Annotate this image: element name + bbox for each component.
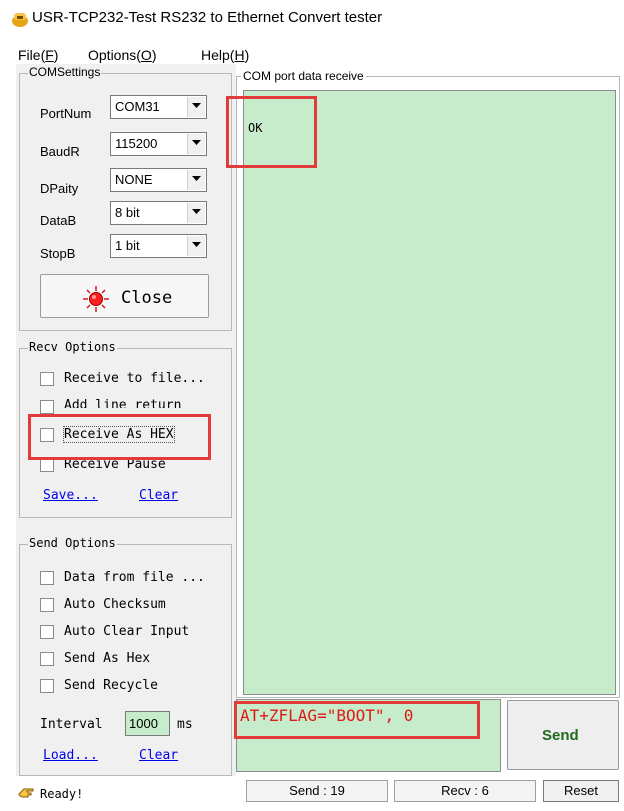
close-port-label: Close <box>121 288 173 308</box>
chevron-down-icon[interactable] <box>187 203 205 223</box>
auto-clear-input-checkbox[interactable] <box>40 625 54 639</box>
reset-button[interactable]: Reset <box>543 780 619 802</box>
send-button-label: Send <box>542 727 579 744</box>
send-count: Send : 19 <box>246 780 388 802</box>
menu-options[interactable]: Options(O) <box>88 47 156 63</box>
stopbits-label: StopB <box>40 246 76 261</box>
send-button[interactable]: Send <box>507 700 619 770</box>
chevron-down-icon[interactable] <box>187 236 205 256</box>
recv-clear-link[interactable]: Clear <box>139 488 178 503</box>
highlight-box-command <box>234 701 480 739</box>
interval-unit: ms <box>177 717 193 732</box>
receive-panel-title: COM port data receive <box>241 69 366 83</box>
recv-count: Recv : 6 <box>394 780 536 802</box>
parity-label: DPaity <box>40 181 79 196</box>
send-recycle-label: Send Recycle <box>64 678 158 693</box>
interval-value: 1000 <box>129 716 158 731</box>
red-led-icon <box>83 286 109 315</box>
recv-options-title: Recv Options <box>28 340 117 354</box>
title-bar: USR-TCP232-Test RS232 to Ethernet Conver… <box>0 0 624 38</box>
interval-input[interactable]: 1000 <box>125 711 170 736</box>
pointing-hand-icon <box>18 785 36 804</box>
receive-to-file-checkbox[interactable] <box>40 372 54 386</box>
menu-help[interactable]: Help(H) <box>201 47 249 63</box>
app-icon <box>10 10 30 28</box>
port-label: PortNum <box>40 106 92 121</box>
send-options-title: Send Options <box>28 536 117 550</box>
baud-select[interactable]: 115200 <box>110 132 207 156</box>
port-select[interactable]: COM31 <box>110 95 207 119</box>
stopbits-value: 1 bit <box>115 238 140 253</box>
chevron-down-icon[interactable] <box>187 134 205 154</box>
receive-to-file-label: Receive to file... <box>64 371 205 386</box>
auto-checksum-checkbox[interactable] <box>40 598 54 612</box>
status-text: Ready! <box>40 787 84 801</box>
load-link[interactable]: Load... <box>43 748 98 763</box>
add-line-return-checkbox[interactable] <box>40 400 54 414</box>
parity-value: NONE <box>115 172 153 187</box>
databits-select[interactable]: 8 bit <box>110 201 207 225</box>
data-from-file-label: Data from file ... <box>64 570 205 585</box>
stopbits-select[interactable]: 1 bit <box>110 234 207 258</box>
highlight-box-receive-hex <box>28 414 211 460</box>
send-recycle-checkbox[interactable] <box>40 679 54 693</box>
chevron-down-icon[interactable] <box>187 97 205 117</box>
receive-pause-checkbox[interactable] <box>40 458 54 472</box>
highlight-box-ok <box>226 96 317 168</box>
save-link[interactable]: Save... <box>43 488 98 503</box>
receive-text-area[interactable]: OK <box>243 90 616 695</box>
menu-bar: File(F) Options(O) Help(H) <box>0 44 624 66</box>
interval-label: Interval <box>40 717 103 732</box>
auto-checksum-label: Auto Checksum <box>64 597 166 612</box>
baud-label: BaudR <box>40 144 80 159</box>
send-as-hex-checkbox[interactable] <box>40 652 54 666</box>
send-clear-link[interactable]: Clear <box>139 748 178 763</box>
auto-clear-input-label: Auto Clear Input <box>64 624 190 639</box>
window-title: USR-TCP232-Test RS232 to Ethernet Conver… <box>32 9 383 26</box>
chevron-down-icon[interactable] <box>187 170 205 190</box>
menu-file[interactable]: File(F) <box>18 47 58 63</box>
port-value: COM31 <box>115 99 160 114</box>
parity-select[interactable]: NONE <box>110 168 207 192</box>
baud-value: 115200 <box>115 136 158 151</box>
send-as-hex-label: Send As Hex <box>64 651 151 666</box>
add-line-return-label: Add line return <box>64 398 182 408</box>
close-port-button[interactable]: Close <box>40 274 209 318</box>
databits-label: DataB <box>40 213 77 228</box>
com-settings-title: COMSettings <box>28 65 102 79</box>
databits-value: 8 bit <box>115 205 140 220</box>
data-from-file-checkbox[interactable] <box>40 571 54 585</box>
